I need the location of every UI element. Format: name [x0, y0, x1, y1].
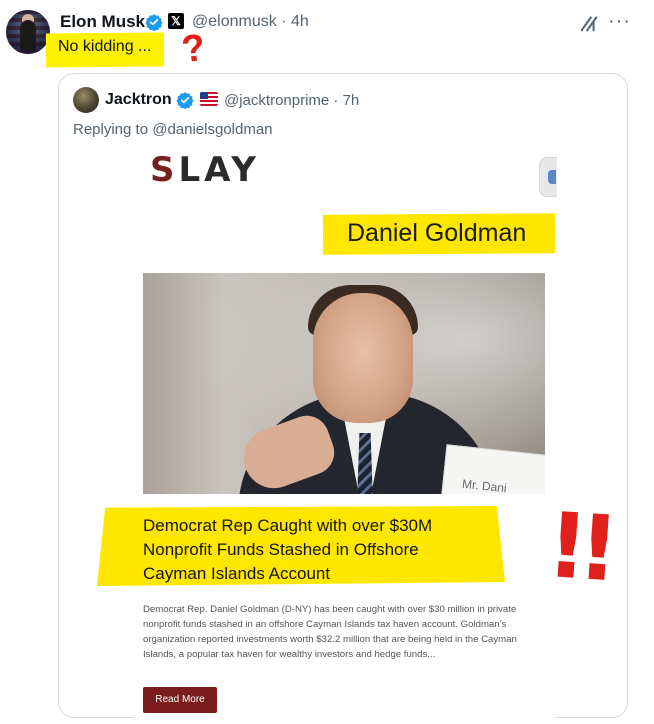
question-mark-annotation: ?: [179, 26, 208, 72]
article-summary: Democrat Rep. Daniel Goldman (D-NY) has …: [143, 604, 517, 660]
verified-badge-icon: [145, 14, 163, 31]
jacktron-avatar[interactable]: [73, 87, 99, 113]
goldman-photo: [143, 273, 545, 494]
headline-line: Nonprofit Funds Stashed in Offshore: [143, 540, 419, 559]
side-tab-indicator: [548, 170, 556, 184]
exclamation-annotation: !!: [543, 492, 613, 603]
us-flag-icon: [200, 92, 218, 106]
author-handle-time[interactable]: @elonmusk · 4h: [192, 13, 309, 31]
article-headline: Democrat Rep Caught with over $30M Nonpr…: [143, 514, 513, 586]
quoted-author-name[interactable]: Jacktron: [105, 91, 172, 109]
elon-avatar[interactable]: [6, 10, 50, 54]
replying-to[interactable]: Replying to @danielsgoldman: [73, 121, 273, 138]
headline-line: Democrat Rep Caught with over $30M: [143, 516, 433, 535]
more-options-icon[interactable]: ···: [608, 10, 631, 33]
grok-icon[interactable]: [578, 12, 600, 34]
quoted-author-handle-time[interactable]: @jacktronprime · 7h: [224, 92, 359, 109]
logo-letter-s: S: [150, 150, 179, 190]
tweet-text: No kidding ...: [58, 38, 152, 55]
x-affiliation-icon: 𝕏: [168, 13, 184, 29]
read-more-button[interactable]: Read More: [143, 687, 217, 713]
author-name[interactable]: Elon Musk: [60, 12, 145, 32]
verified-badge-icon: [176, 92, 194, 109]
logo-rest: LAY: [178, 150, 260, 190]
site-logo: SLAY: [150, 150, 260, 190]
article-name-caption: Daniel Goldman: [347, 219, 527, 247]
headline-line: Cayman Islands Account: [143, 564, 331, 583]
